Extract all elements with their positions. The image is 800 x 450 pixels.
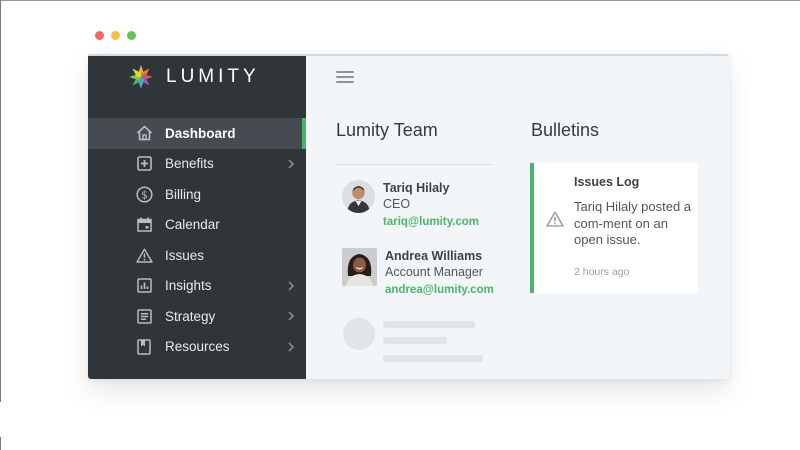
member-email-link[interactable]: andrea@lumity.com [385, 281, 494, 300]
avatar [342, 180, 375, 213]
svg-text:$: $ [141, 189, 148, 201]
logo-text: LUMITY [166, 66, 260, 87]
member-role: CEO [383, 197, 411, 211]
logo[interactable]: LUMITY [128, 64, 260, 90]
sidebar: LUMITY Dashboard Benefits $ Billing Cale… [88, 54, 306, 379]
frame-left-tick [0, 437, 1, 450]
skeleton-line [383, 355, 483, 362]
bulletin-timestamp: 2 hours ago [574, 266, 630, 278]
sidebar-item-resources[interactable]: Resources [88, 332, 306, 363]
sidebar-item-label: Issues [165, 247, 205, 263]
dollar-circle-icon: $ [135, 185, 153, 203]
app-window: LUMITY Dashboard Benefits $ Billing Cale… [88, 54, 729, 379]
minimize-button[interactable] [111, 31, 120, 40]
calendar-icon [135, 216, 153, 234]
sidebar-item-label: Insights [165, 278, 212, 294]
chevron-right-icon [288, 281, 295, 291]
team-member-card[interactable]: Andrea Williams Account Manager andrea@l… [342, 248, 494, 300]
team-member-card[interactable]: Tariq Hilaly CEO tariq@lumity.com [342, 180, 479, 232]
warning-icon [135, 246, 153, 264]
bulletin-body: Tariq Hilaly posted a com-ment on an ope… [574, 199, 692, 247]
frame-top-line [0, 0, 800, 1]
bookmark-icon [135, 338, 153, 356]
plus-square-icon [135, 155, 153, 173]
bulletin-card[interactable]: Issues Log Tariq Hilaly posted a com-men… [530, 163, 698, 293]
sidebar-item-benefits[interactable]: Benefits [88, 149, 306, 180]
sidebar-item-label: Benefits [165, 156, 214, 172]
home-icon [135, 124, 153, 142]
skeleton-line [383, 321, 475, 328]
member-role: Account Manager [385, 265, 483, 279]
frame-left-line [0, 0, 1, 402]
bulletins-title: Bulletins [531, 120, 600, 140]
chevron-right-icon [288, 342, 295, 352]
sidebar-item-dashboard[interactable]: Dashboard [88, 118, 306, 149]
window-controls [95, 31, 136, 40]
skeleton-avatar [343, 318, 375, 350]
team-title: Lumity Team [336, 120, 438, 140]
lumity-star-icon [129, 65, 153, 89]
sidebar-item-label: Dashboard [165, 125, 236, 141]
member-name: Andrea Williams [385, 249, 483, 263]
sidebar-item-billing[interactable]: $ Billing [88, 179, 306, 210]
member-name: Tariq Hilaly [383, 181, 450, 195]
sidebar-item-insights[interactable]: Insights [88, 271, 306, 302]
chevron-right-icon [288, 311, 295, 321]
avatar [342, 248, 377, 286]
warning-icon [546, 211, 564, 227]
sidebar-item-issues[interactable]: Issues [88, 240, 306, 271]
sidebar-item-strategy[interactable]: Strategy [88, 301, 306, 332]
maximize-button[interactable] [127, 31, 136, 40]
close-button[interactable] [95, 31, 104, 40]
member-email-link[interactable]: tariq@lumity.com [383, 213, 479, 232]
sidebar-item-label: Resources [165, 339, 230, 355]
bar-chart-icon [135, 277, 153, 295]
chevron-right-icon [288, 159, 295, 169]
skeleton-line [383, 337, 447, 344]
sidebar-item-label: Strategy [165, 308, 216, 324]
window-top-border [88, 54, 729, 56]
sidebar-item-label: Billing [165, 186, 202, 202]
sidebar-nav: Dashboard Benefits $ Billing Calendar Is… [88, 118, 306, 362]
sidebar-item-label: Calendar [165, 217, 220, 233]
hamburger-menu-icon[interactable] [336, 71, 354, 83]
sidebar-item-calendar[interactable]: Calendar [88, 210, 306, 241]
bulletin-title: Issues Log [574, 175, 640, 189]
document-icon [135, 307, 153, 325]
team-divider [336, 164, 492, 165]
